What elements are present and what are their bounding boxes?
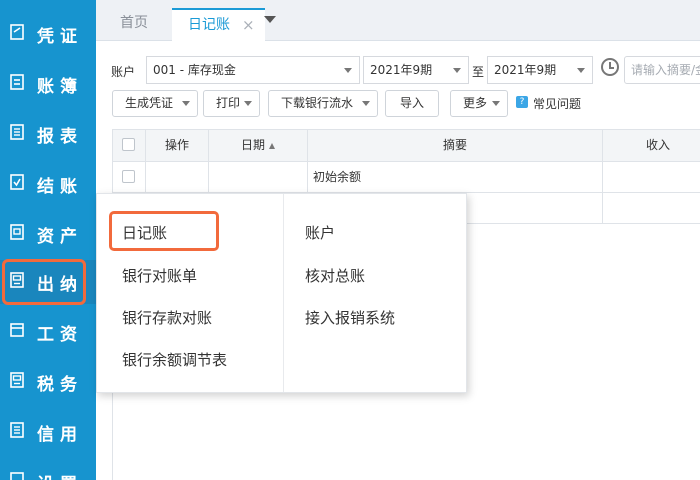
- tax-icon: [10, 372, 24, 388]
- sidebar-item-label: 报表: [37, 127, 83, 147]
- account-select-value: 001 - 库存现金: [153, 63, 236, 77]
- period-to-select[interactable]: 2021年9期: [487, 56, 593, 84]
- chevron-down-icon[interactable]: [264, 16, 276, 23]
- sidebar-item-label: 结账: [37, 177, 83, 197]
- voucher-icon: [10, 24, 24, 40]
- sidebar-item-settings[interactable]: 设置: [0, 460, 96, 480]
- chevron-down-icon: [453, 68, 461, 73]
- sidebar-item-label: 信用: [37, 425, 83, 445]
- account-label: 账户: [111, 65, 136, 79]
- tab-journal-label: 日记账: [188, 17, 230, 33]
- header-income: 收入: [645, 138, 670, 152]
- generate-voucher-button[interactable]: 生成凭证: [112, 90, 198, 117]
- header-date[interactable]: 日期: [209, 130, 308, 161]
- menu-item-expense-system[interactable]: 接入报销系统: [305, 307, 395, 328]
- print-label: 打印: [216, 96, 241, 110]
- chevron-down-icon: [362, 101, 370, 106]
- sidebar-item-asset[interactable]: 资产: [0, 212, 96, 256]
- ledger-icon: [10, 74, 24, 90]
- sidebar-item-credit[interactable]: 信用: [0, 410, 96, 454]
- credit-icon: [10, 422, 24, 438]
- menu-item-bank-statement[interactable]: 银行对账单: [122, 265, 197, 286]
- sidebar-item-voucher[interactable]: 凭证: [0, 12, 96, 56]
- cashier-highlight-box: [2, 259, 86, 305]
- sidebar-item-report[interactable]: 报表: [0, 112, 96, 156]
- table-row: 初始余额: [112, 162, 700, 193]
- chevron-down-icon: [182, 101, 190, 106]
- header-operation: 操作: [146, 130, 209, 161]
- header-date-label: 日期: [240, 138, 265, 152]
- sidebar-item-label: 资产: [37, 227, 83, 247]
- menu-item-bank-reconciliation[interactable]: 银行存款对账: [122, 307, 212, 328]
- import-button[interactable]: 导入: [385, 90, 439, 117]
- sidebar-item-label: 工资: [37, 325, 83, 345]
- chevron-down-icon: [244, 101, 252, 106]
- print-button[interactable]: 打印: [203, 90, 260, 117]
- select-all-cell: [113, 130, 146, 161]
- settings-icon: [10, 472, 24, 480]
- menu-item-reconcile-ledger[interactable]: 核对总账: [305, 265, 365, 286]
- download-bank-statement-label: 下载银行流水: [281, 96, 354, 110]
- sidebar-item-salary[interactable]: 工资: [0, 310, 96, 354]
- row-date-cell: [209, 162, 308, 192]
- close-icon[interactable]: ×: [242, 10, 255, 40]
- row-income-cell: [603, 193, 700, 223]
- chevron-down-icon: [344, 68, 352, 73]
- more-button[interactable]: 更多: [450, 90, 508, 117]
- report-icon: [10, 124, 24, 140]
- period-from-value: 2021年9期: [370, 63, 433, 77]
- sidebar-item-label: 设置: [37, 470, 83, 480]
- sidebar-item-label: 账簿: [37, 77, 83, 97]
- clock-icon[interactable]: [601, 58, 619, 76]
- menu-item-balance-adjustment[interactable]: 银行余额调节表: [122, 349, 227, 370]
- sidebar-item-checkout[interactable]: 结账: [0, 162, 96, 206]
- period-to-value: 2021年9期: [494, 63, 557, 77]
- journal-highlight-box: [109, 211, 219, 251]
- salary-icon: [10, 323, 24, 337]
- import-label: 导入: [399, 96, 424, 110]
- download-bank-statement-button[interactable]: 下载银行流水: [268, 90, 378, 117]
- checkout-icon: [10, 174, 24, 190]
- tab-bar: 首页 日记账 ×: [96, 0, 700, 41]
- tab-journal[interactable]: 日记账 ×: [172, 8, 265, 41]
- period-from-select[interactable]: 2021年9期: [363, 56, 469, 84]
- help-icon[interactable]: ?: [516, 96, 528, 108]
- menu-item-account[interactable]: 账户: [305, 222, 335, 243]
- tab-home[interactable]: 首页: [96, 8, 172, 41]
- sidebar-item-label: 凭证: [37, 27, 83, 47]
- account-select[interactable]: 001 - 库存现金: [146, 56, 360, 84]
- asset-icon: [10, 224, 24, 240]
- chevron-down-icon: [492, 101, 500, 106]
- menu-divider: [283, 194, 284, 392]
- row-operation-cell: [146, 162, 209, 192]
- sidebar-item-label: 税务: [37, 375, 83, 395]
- row-summary-cell: 初始余额: [308, 162, 603, 192]
- table-header: 操作 日期 摘要 收入: [112, 129, 700, 162]
- to-label: 至: [472, 65, 485, 79]
- more-label: 更多: [463, 96, 488, 110]
- row-select-cell: [113, 162, 146, 192]
- sort-up-icon: [269, 142, 275, 149]
- header-summary: 摘要: [308, 130, 603, 161]
- sidebar-item-ledger[interactable]: 账簿: [0, 62, 96, 106]
- sidebar: 凭证 账簿 报表 结账 资产 出纳 工资 税务 信用 设置: [0, 0, 96, 480]
- chevron-down-icon: [577, 68, 585, 73]
- row-income-cell: [603, 162, 700, 192]
- select-all-checkbox[interactable]: [122, 138, 135, 151]
- search-input[interactable]: 请输入摘要/金: [624, 56, 700, 84]
- row-checkbox[interactable]: [122, 170, 135, 183]
- faq-link[interactable]: 常见问题: [533, 95, 581, 112]
- generate-voucher-label: 生成凭证: [125, 96, 174, 110]
- sidebar-item-tax[interactable]: 税务: [0, 360, 96, 404]
